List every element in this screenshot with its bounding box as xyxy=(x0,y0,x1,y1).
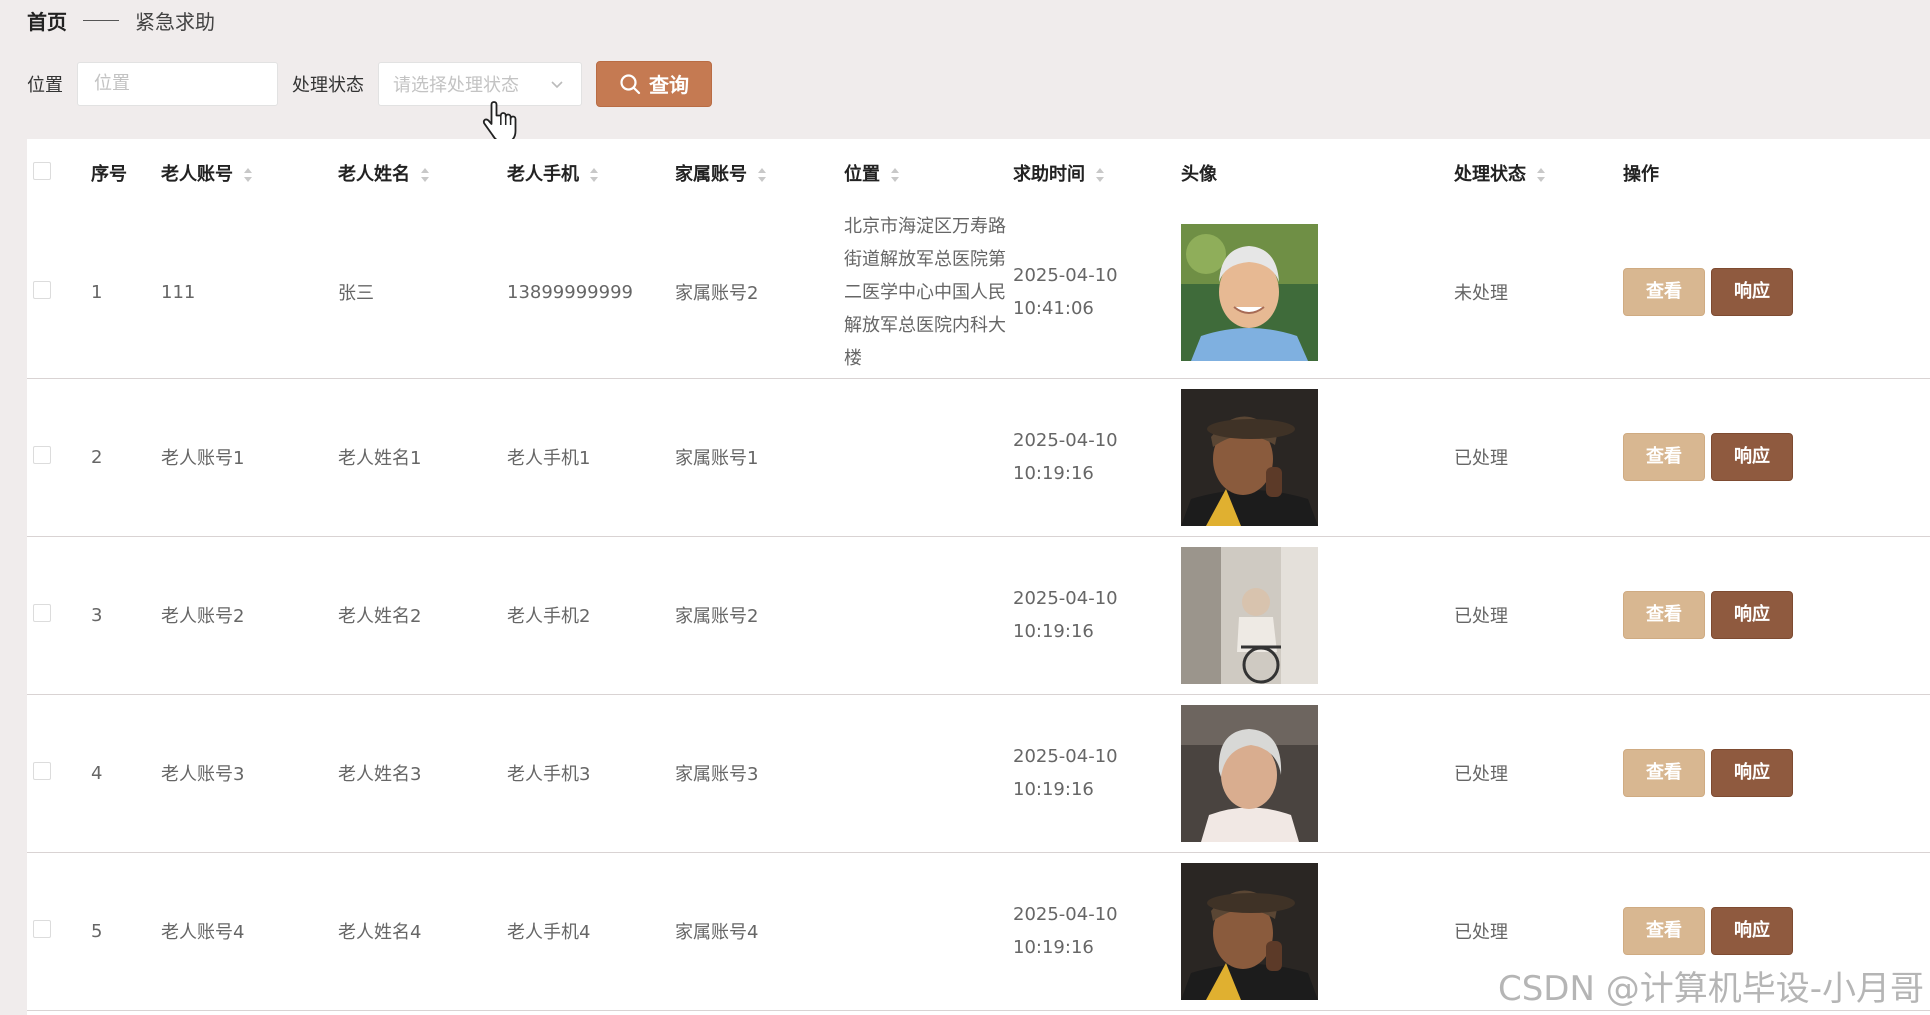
chevron-down-icon xyxy=(551,80,563,88)
sort-icon[interactable] xyxy=(420,167,430,183)
cell-index: 4 xyxy=(91,762,103,784)
cell-elder-phone: 老人手机4 xyxy=(507,922,591,943)
respond-button[interactable]: 响应 xyxy=(1711,907,1793,955)
select-all-checkbox[interactable] xyxy=(33,161,51,180)
cell-elder-name: 张三 xyxy=(338,283,374,305)
view-button[interactable]: 查看 xyxy=(1623,749,1705,797)
search-button[interactable]: 查询 xyxy=(596,60,712,107)
row-checkbox[interactable] xyxy=(33,603,51,622)
sort-icon[interactable] xyxy=(890,167,900,183)
avatar xyxy=(1181,223,1318,361)
sort-icon[interactable] xyxy=(1095,167,1105,183)
col-status-header[interactable]: 处理状态 xyxy=(1454,139,1623,207)
col-elder-phone-header[interactable]: 老人手机 xyxy=(507,139,675,207)
col-help-time-header[interactable]: 求助时间 xyxy=(1013,139,1181,207)
breadcrumb-current: 紧急求助 xyxy=(135,9,215,34)
location-input[interactable] xyxy=(77,61,278,106)
cell-elder-name: 老人姓名4 xyxy=(338,922,422,943)
cell-family-account: 家属账号3 xyxy=(675,764,759,785)
avatar xyxy=(1181,704,1318,842)
cell-help-time: 2025-04-10 10:41:06 xyxy=(1013,265,1118,320)
col-elder-account-header[interactable]: 老人账号 xyxy=(161,139,338,207)
cell-elder-name: 老人姓名3 xyxy=(338,764,422,785)
search-button-label: 查询 xyxy=(649,73,689,97)
status-filter-label: 处理状态 xyxy=(292,74,364,96)
row-checkbox[interactable] xyxy=(33,445,51,464)
cell-index: 1 xyxy=(91,281,103,303)
breadcrumb-home[interactable]: 首页 xyxy=(27,6,67,35)
cell-elder-name: 老人姓名2 xyxy=(338,606,422,627)
cell-help-time: 2025-04-10 10:19:16 xyxy=(1013,746,1118,800)
cell-location: 北京市海淀区万寿路街道解放军总医院第二医学中心中国人民解放军总医院内科大楼 xyxy=(844,215,1006,369)
avatar xyxy=(1181,862,1318,1000)
cell-elder-account: 老人账号2 xyxy=(161,606,245,627)
sort-icon[interactable] xyxy=(243,167,253,183)
row-checkbox[interactable] xyxy=(33,761,51,780)
sort-icon[interactable] xyxy=(1536,167,1546,183)
cell-index: 5 xyxy=(91,920,103,942)
cell-elder-account: 老人账号3 xyxy=(161,764,245,785)
row-checkbox[interactable] xyxy=(33,280,51,299)
cell-index: 3 xyxy=(91,604,103,626)
respond-button[interactable]: 响应 xyxy=(1711,591,1793,639)
col-actions-header: 操作 xyxy=(1623,164,1659,185)
cell-status: 已处理 xyxy=(1454,606,1508,627)
breadcrumb-separator xyxy=(83,19,119,21)
col-family-account-header[interactable]: 家属账号 xyxy=(675,139,844,207)
cell-status: 已处理 xyxy=(1454,448,1508,469)
respond-button[interactable]: 响应 xyxy=(1711,433,1793,481)
col-avatar-header: 头像 xyxy=(1181,164,1217,185)
cell-status: 已处理 xyxy=(1454,764,1508,785)
view-button[interactable]: 查看 xyxy=(1623,591,1705,639)
cell-elder-phone: 老人手机1 xyxy=(507,448,591,469)
table-row: 3 老人账号2 老人姓名2 老人手机2 家属账号2 2025-04-10 10:… xyxy=(27,536,1930,695)
respond-button[interactable]: 响应 xyxy=(1711,268,1793,317)
cell-status: 已处理 xyxy=(1454,922,1508,943)
col-elder-name-header[interactable]: 老人姓名 xyxy=(338,139,507,207)
location-filter-label: 位置 xyxy=(27,74,63,96)
breadcrumb: 首页 紧急求助 xyxy=(27,6,215,34)
help-requests-table: 序号 老人账号 老人姓名 老人手机 家属账号 位置 求助时间 头像 处理状态 操… xyxy=(27,139,1930,1015)
table-row: 2 老人账号1 老人姓名1 老人手机1 家属账号1 2025-04-10 10:… xyxy=(27,378,1930,537)
col-location-header[interactable]: 位置 xyxy=(844,139,1013,207)
cell-elder-account: 111 xyxy=(161,281,196,303)
table-row: 4 老人账号3 老人姓名3 老人手机3 家属账号3 2025-04-10 10:… xyxy=(27,694,1930,853)
cell-family-account: 家属账号2 xyxy=(675,606,759,627)
filter-bar: 位置 处理状态 请选择处理状态 查询 xyxy=(27,60,712,107)
row-checkbox[interactable] xyxy=(33,919,51,938)
cell-help-time: 2025-04-10 10:19:16 xyxy=(1013,430,1118,484)
avatar xyxy=(1181,546,1318,684)
sort-icon[interactable] xyxy=(589,167,599,183)
cell-elder-name: 老人姓名1 xyxy=(338,448,422,469)
watermark: CSDN @计算机毕设-小月哥 xyxy=(1497,969,1924,1009)
view-button[interactable]: 查看 xyxy=(1623,907,1705,955)
cell-elder-phone: 老人手机3 xyxy=(507,764,591,785)
view-button[interactable]: 查看 xyxy=(1623,433,1705,481)
table-row: 1 111 张三 13899999999 家属账号2 北京市海淀区万寿路街道解放… xyxy=(27,207,1930,379)
cell-elder-account: 老人账号1 xyxy=(161,448,245,469)
status-select[interactable]: 请选择处理状态 xyxy=(378,61,582,106)
col-index-header: 序号 xyxy=(91,164,127,185)
avatar xyxy=(1181,388,1318,526)
search-icon xyxy=(620,73,641,94)
cell-family-account: 家属账号4 xyxy=(675,922,759,943)
cell-elder-account: 老人账号4 xyxy=(161,922,245,943)
status-select-placeholder: 请选择处理状态 xyxy=(393,74,519,96)
cell-family-account: 家属账号1 xyxy=(675,448,759,469)
sort-icon[interactable] xyxy=(757,167,767,183)
cell-elder-phone: 13899999999 xyxy=(507,281,633,303)
cell-elder-phone: 老人手机2 xyxy=(507,606,591,627)
cell-family-account: 家属账号2 xyxy=(675,283,759,305)
view-button[interactable]: 查看 xyxy=(1623,268,1705,317)
cell-status: 未处理 xyxy=(1454,283,1508,305)
cell-help-time: 2025-04-10 10:19:16 xyxy=(1013,904,1118,958)
cell-index: 2 xyxy=(91,446,103,468)
cell-help-time: 2025-04-10 10:19:16 xyxy=(1013,588,1118,642)
respond-button[interactable]: 响应 xyxy=(1711,749,1793,797)
table-header-row: 序号 老人账号 老人姓名 老人手机 家属账号 位置 求助时间 头像 处理状态 操… xyxy=(27,139,1930,207)
